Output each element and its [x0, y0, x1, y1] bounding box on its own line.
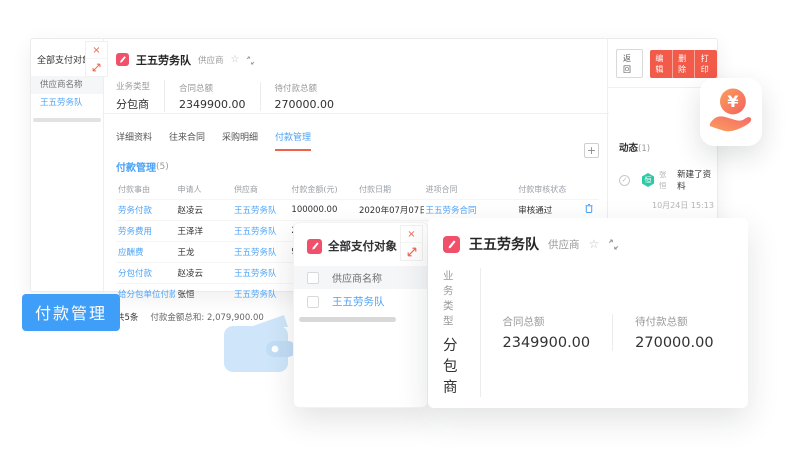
favorite-star-icon[interactable]: ☆ — [589, 238, 600, 250]
feed-item: ✓ 恒 张恒 新建了资料 — [619, 168, 717, 192]
col-header: 付款金额(元) — [289, 180, 357, 200]
payment-reason-link[interactable]: 劳务付款 — [116, 200, 175, 221]
stat-value: 270000.00 — [275, 98, 335, 111]
col-header: 付款日期 — [357, 180, 424, 200]
window-controls: × — [400, 225, 423, 261]
supplier-column-header: 供应商名称 — [31, 76, 103, 94]
hand-coin-icon: ¥ — [708, 87, 754, 137]
supplier-link[interactable]: 王五劳务队 — [232, 263, 289, 284]
close-icon[interactable]: × — [86, 42, 107, 59]
add-payment-button[interactable]: + — [584, 143, 599, 158]
record-type-badge: 供应商 — [548, 237, 580, 252]
close-icon[interactable]: × — [401, 226, 422, 243]
panel-scrollbar[interactable] — [33, 118, 101, 122]
record-title: 王五劳务队 — [136, 52, 191, 68]
stat-value: 分包商 — [443, 334, 458, 397]
payment-reason-link[interactable]: 应酬费 — [116, 242, 175, 263]
horizontal-scrollbar[interactable] — [299, 317, 396, 322]
stat-label: 合同总额 — [179, 82, 245, 94]
supplier-list-item[interactable]: 王五劳务队 — [31, 94, 103, 113]
tab-details[interactable]: 详细资料 — [116, 130, 152, 151]
check-circle-icon[interactable]: ✓ — [619, 175, 630, 186]
detail-tabs: 详细资料 往来合同 采购明细 付款管理 — [116, 130, 609, 151]
tab-contracts[interactable]: 往来合同 — [169, 130, 205, 151]
supplier-link[interactable]: 王五劳务队 — [232, 221, 289, 242]
yuan-symbol: ¥ — [727, 92, 739, 111]
feature-label: 付款管理 — [22, 294, 120, 331]
share-icon[interactable] — [246, 50, 255, 69]
avatar: 恒 — [641, 173, 655, 187]
supplier-link[interactable]: 王五劳务队 — [232, 284, 289, 305]
record-icon — [443, 236, 460, 253]
section-title: 付款管理 — [116, 159, 156, 174]
expand-icon[interactable] — [401, 243, 422, 260]
action-button-group: 编辑 删除 打印 — [650, 50, 717, 78]
expand-icon[interactable] — [86, 59, 107, 76]
favorite-star-icon[interactable]: ☆ — [231, 55, 240, 65]
tab-payment[interactable]: 付款管理 — [275, 130, 311, 151]
panel-title: 全部支付对象 — [37, 53, 91, 66]
stats-row: 业务类型分包商 合同总额 2349900.00 待付款总额 270000.00 — [443, 268, 748, 397]
col-header: 进项合同 — [424, 180, 517, 200]
feed-title: 动态 — [619, 143, 638, 154]
stat-value: 2349900.00 — [179, 98, 245, 111]
list-window-title[interactable]: 全部支付对象 — [328, 238, 397, 254]
payment-reason-link[interactable]: 给分包单位付款 — [116, 284, 175, 305]
supplier-link[interactable]: 王五劳务队 — [332, 294, 385, 309]
payment-reason-link[interactable]: 分包付款 — [116, 263, 175, 284]
record-title: 王五劳务队 — [469, 234, 539, 254]
stat-value: 270000.00 — [635, 335, 713, 351]
window-controls: × — [85, 41, 108, 77]
stats-row: 业务类型分包商 合同总额 2349900.00 待付款总额 270000.00 — [116, 80, 609, 112]
payment-object-list-window: × 全部支付对象 供应商名称 王五劳务队 — [293, 222, 428, 408]
stat-label: 待付款总额 — [275, 82, 335, 94]
feed-user: 张恒 — [659, 169, 673, 191]
select-all-checkbox[interactable] — [307, 272, 319, 284]
payment-sum: 付款金额总和: 2,079,900.00 — [150, 311, 263, 323]
payment-feature-card: ¥ — [700, 78, 762, 146]
feed-action: 新建了资料 — [677, 168, 717, 192]
share-icon[interactable] — [608, 235, 619, 254]
row-checkbox[interactable] — [307, 296, 319, 308]
payment-reason-link[interactable]: 劳务费用 — [116, 221, 175, 242]
record-icon — [307, 239, 322, 254]
col-header: 申请人 — [175, 180, 231, 200]
delete-button[interactable]: 删除 — [673, 50, 696, 78]
back-button[interactable]: 返回 — [616, 49, 643, 78]
print-button[interactable]: 打印 — [695, 50, 717, 78]
stat-value: 2349900.00 — [503, 335, 591, 351]
supplier-link[interactable]: 王五劳务队 — [232, 200, 289, 221]
stat-label: 业务类型 — [443, 268, 458, 328]
detail-window-zoom: 王五劳务队 供应商 ☆ 业务类型分包商 合同总额 2349900.00 待付款总额… — [428, 218, 748, 408]
feed-count: (1) — [638, 144, 650, 154]
record-type-badge: 供应商 — [198, 54, 224, 66]
feed-timestamp: 10月24日 15:13 — [652, 200, 717, 211]
stat-label: 合同总额 — [503, 314, 591, 329]
list-item: 王五劳务队 — [294, 289, 427, 314]
section-count: (5) — [156, 162, 169, 172]
col-header: 付款事由 — [116, 180, 175, 200]
supplier-link[interactable]: 王五劳务队 — [232, 242, 289, 263]
stat-label: 待付款总额 — [635, 314, 713, 329]
edit-button[interactable]: 编辑 — [650, 50, 673, 78]
stat-value: 分包商 — [116, 96, 150, 112]
stat-label: 业务类型 — [116, 80, 150, 92]
col-header: 供应商 — [232, 180, 289, 200]
record-icon — [116, 53, 129, 66]
supplier-column-header: 供应商名称 — [332, 270, 382, 285]
tab-purchase[interactable]: 采购明细 — [222, 130, 258, 151]
col-header: 付款审核状态 — [516, 180, 583, 200]
